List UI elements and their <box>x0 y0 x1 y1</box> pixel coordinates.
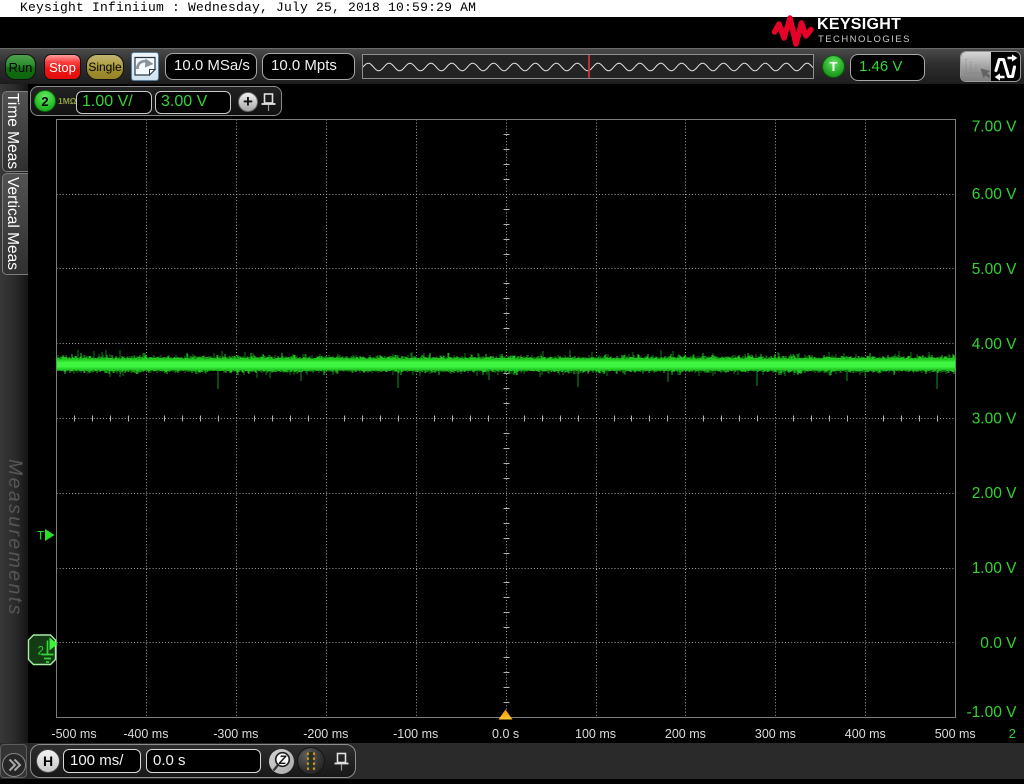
svg-text:2: 2 <box>38 646 44 658</box>
svg-text:-100 ms: -100 ms <box>393 727 438 741</box>
svg-text:Z: Z <box>278 752 287 766</box>
svg-text:T: T <box>37 529 45 543</box>
svg-text:300 ms: 300 ms <box>755 727 796 741</box>
svg-text:500 ms: 500 ms <box>935 727 976 741</box>
svg-text:6.00 V: 6.00 V <box>972 186 1017 203</box>
svg-text:-500 ms: -500 ms <box>51 727 96 741</box>
svg-text:-400 ms: -400 ms <box>123 727 168 741</box>
svg-text:-1.00 V: -1.00 V <box>967 704 1018 721</box>
svg-text:5.00 V: 5.00 V <box>972 261 1017 278</box>
svg-text:7.00 V: 7.00 V <box>972 119 1017 136</box>
svg-text:100 ms: 100 ms <box>575 727 616 741</box>
svg-text:2.00 V: 2.00 V <box>972 485 1017 502</box>
svg-text:200 ms: 200 ms <box>665 727 706 741</box>
svg-text:2: 2 <box>1009 726 1016 741</box>
svg-text:4.00 V: 4.00 V <box>972 336 1017 353</box>
svg-text:1.00 V: 1.00 V <box>972 560 1017 577</box>
svg-text:400 ms: 400 ms <box>845 727 886 741</box>
svg-text:0.0 V: 0.0 V <box>980 635 1017 652</box>
svg-text:3.00 V: 3.00 V <box>972 411 1017 428</box>
svg-text:-200 ms: -200 ms <box>303 727 348 741</box>
svg-text:0.0 s: 0.0 s <box>492 727 519 741</box>
svg-text:-300 ms: -300 ms <box>213 727 258 741</box>
